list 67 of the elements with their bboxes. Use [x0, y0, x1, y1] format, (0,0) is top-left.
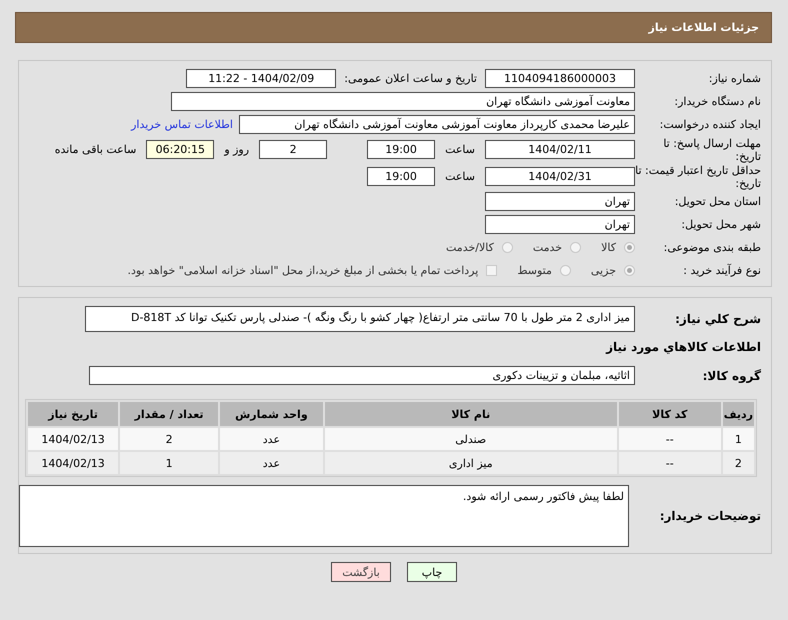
- option-label: کالا/خدمت: [446, 241, 494, 254]
- field-label: تاریخ و ساعت اعلان عمومی:: [344, 72, 477, 85]
- time-label: ساعت: [445, 170, 475, 183]
- requester-field: علیرضا محمدی کارپرداز معاونت آموزشی معاونت آموزشی دانشگاه تهران: [239, 115, 635, 134]
- description-field: میز اداری 2 متر طول با 70 سانتی متر ارتفاع( چهار کشو با رنگ ونگه )- صندلی پارس تکنیک توانا کد D-818T: [85, 306, 635, 332]
- column-header: واحد شمارش: [220, 402, 323, 426]
- radio-button[interactable]: [502, 242, 513, 253]
- field-label: شماره نیاز:: [708, 72, 762, 85]
- table-cell: 1404/02/13: [28, 428, 118, 450]
- field-label: گروه کالا:: [702, 368, 762, 382]
- option-label: جزیی: [590, 264, 616, 277]
- table-cell: 1404/02/13: [28, 452, 118, 474]
- table-cell: عدد: [220, 428, 323, 450]
- field-label: حداقل تاریخ اعتبار قیمت: تا تاریخ:: [635, 164, 762, 190]
- goods-group-field: اثاثیه، مبلمان و تزیینات دکوری: [89, 366, 635, 385]
- field-label: شرح کلي نياز:: [674, 311, 762, 326]
- option-label: متوسط: [517, 264, 552, 277]
- radio-button[interactable]: [560, 265, 571, 276]
- time-label: ساعت: [445, 143, 475, 156]
- buyer-notes-field: لطفا پیش فاکتور رسمی ارائه شود.: [19, 485, 629, 547]
- time-field: 19:00: [367, 167, 436, 186]
- section-title: اطلاعات کالاهاي مورد نياز: [604, 339, 762, 356]
- table-cell: --: [618, 452, 721, 474]
- page-title: جزئیات اطلاعات نیاز: [648, 21, 759, 34]
- remaining-time-field: 06:20:15: [146, 140, 214, 159]
- checkbox[interactable]: [486, 265, 498, 276]
- date-field: 1404/02/31: [485, 167, 635, 186]
- days-label: روز و: [224, 143, 250, 156]
- action-button[interactable]: بازگشت: [331, 562, 391, 582]
- buyer-contact-link[interactable]: اطلاعات تماس خریدار: [131, 118, 233, 131]
- column-header: کد کالا: [618, 402, 721, 426]
- field-label: طبقه بندی موضوعی:: [662, 241, 762, 254]
- radio-button[interactable]: [570, 242, 582, 253]
- field-label: نوع فرآیند خرید :: [682, 264, 762, 277]
- checkbox-label: پرداخت تمام یا بخشی از مبلغ خرید،از محل "اسناد خزانه اسلامی" خواهد بود.: [128, 264, 478, 277]
- radio-button[interactable]: [624, 242, 635, 253]
- field-label: ایجاد کننده درخواست:: [658, 118, 762, 131]
- buyer-org-field: معاونت آموزشی دانشگاه تهران: [171, 92, 635, 111]
- date-field: 1404/02/11: [485, 140, 635, 159]
- action-button[interactable]: چاپ: [407, 562, 457, 582]
- field-label: استان محل تحویل:: [674, 195, 762, 208]
- table-cell: میز اداری: [324, 452, 617, 474]
- city-field: تهران: [485, 215, 635, 234]
- field-label: مهلت ارسال پاسخ: تا تاریخ:: [662, 136, 762, 162]
- remaining-label: ساعت باقی مانده: [54, 143, 136, 156]
- option-label: کالا: [601, 241, 616, 254]
- option-label: خدمت: [532, 241, 562, 254]
- table-cell: عدد: [220, 452, 323, 474]
- field-label: توضیحات خریدار:: [658, 509, 762, 523]
- field-label: شهر محل تحویل:: [680, 218, 762, 231]
- announce-date-field: 1404/02/09 - 11:22: [186, 69, 336, 88]
- column-header: نام کالا: [324, 402, 617, 426]
- time-field: 19:00: [367, 140, 436, 159]
- column-header: تاریخ نیاز: [28, 402, 118, 426]
- need-number-field: 1104094186000003: [485, 69, 635, 88]
- province-field: تهران: [485, 192, 635, 211]
- table-cell: 1: [722, 428, 754, 450]
- column-header: ردیف: [722, 402, 754, 426]
- table-cell: 2: [722, 452, 754, 474]
- column-header: تعداد / مقدار: [120, 402, 218, 426]
- days-field: 2: [259, 140, 328, 159]
- table-cell: صندلی: [324, 428, 617, 450]
- radio-button[interactable]: [624, 265, 635, 276]
- table-cell: 1: [120, 452, 218, 474]
- field-label: نام دستگاه خریدار:: [673, 95, 762, 108]
- table-cell: 2: [120, 428, 218, 450]
- table-cell: --: [618, 428, 721, 450]
